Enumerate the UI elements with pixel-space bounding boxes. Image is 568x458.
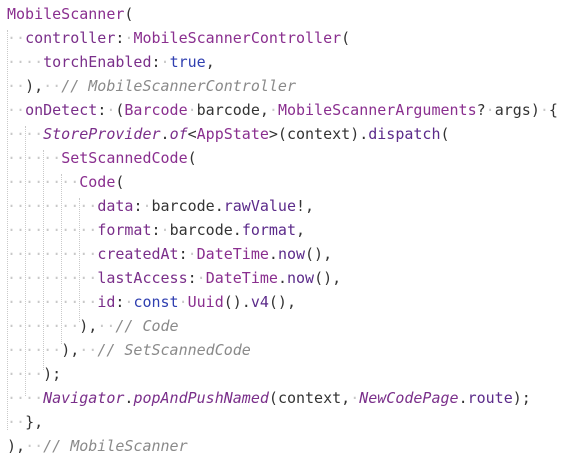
code-line-15[interactable]: ······),··// SetScannedCode [7,338,251,362]
code-line-4[interactable]: ··),··// MobileScannerController [7,74,296,98]
code-line-17[interactable]: ····Navigator.popAndPushNamed(context,·N… [7,386,531,410]
code-line-19[interactable]: ),··// MobileScanner [7,434,188,458]
code-line-6[interactable]: ····StoreProvider.of<AppState>(context).… [7,122,450,146]
code-line-16[interactable]: ····); [7,362,61,386]
code-line-11[interactable]: ··········createdAt:·DateTime.now(), [7,242,332,266]
code-line-1[interactable]: MobileScanner( [7,2,133,26]
code-line-8[interactable]: ········Code( [7,170,124,194]
code-line-2[interactable]: ··controller:·MobileScannerController( [7,26,350,50]
code-line-18[interactable]: ··}, [7,410,43,434]
code-line-9[interactable]: ··········data:·barcode.rawValue!, [7,194,314,218]
code-line-3[interactable]: ····torchEnabled:·true, [7,50,215,74]
code-line-10[interactable]: ··········format:·barcode.format, [7,218,305,242]
code-editor[interactable]: MobileScanner( ··controller:·MobileScann… [0,0,568,456]
code-line-14[interactable]: ········),··// Code [7,314,179,338]
code-line-12[interactable]: ··········lastAccess:·DateTime.now(), [7,266,341,290]
code-line-5[interactable]: ··onDetect:·(Barcode·barcode,·MobileScan… [7,98,558,122]
code-line-7[interactable]: ······SetScannedCode( [7,146,197,170]
code-line-13[interactable]: ··········id:·const·Uuid().v4(), [7,290,296,314]
